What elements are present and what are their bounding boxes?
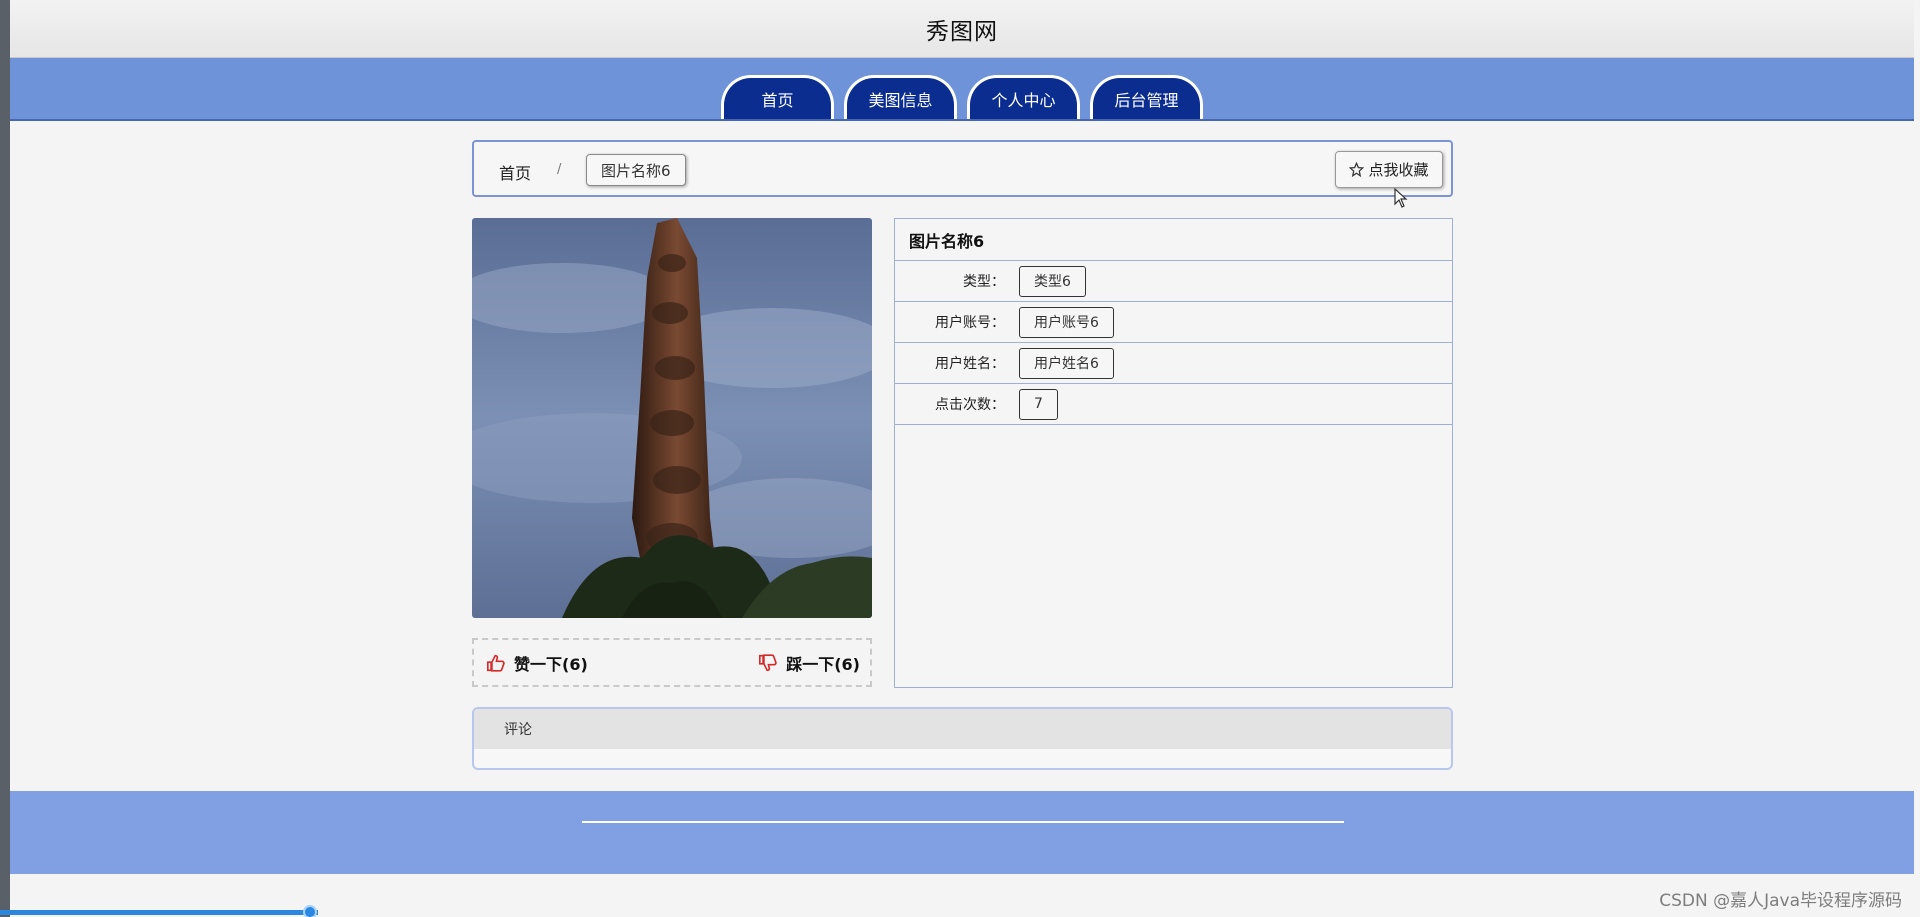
like-button[interactable]: 赞一下(6) xyxy=(486,651,588,675)
site-title: 秀图网 xyxy=(926,18,998,45)
picture-image xyxy=(472,218,872,618)
page: 秀图网 首页 美图信息 个人中心 后台管理 首页 / 图片名称6 点我收藏 赞一… xyxy=(10,0,1914,917)
thumbs-up-icon xyxy=(487,654,505,672)
breadcrumb-home[interactable]: 首页 xyxy=(499,160,531,184)
breadcrumb: 首页 / 图片名称6 点我收藏 xyxy=(472,140,1453,197)
nav-tab-pictures[interactable]: 美图信息 xyxy=(844,75,957,119)
nav-tab-personal-center[interactable]: 个人中心 xyxy=(967,75,1080,119)
detail-value: 用户账号6 xyxy=(1019,306,1114,338)
comments-section: 评论 xyxy=(472,707,1453,770)
video-progress-handle[interactable] xyxy=(303,905,317,917)
favorite-label: 点我收藏 xyxy=(1368,161,1429,179)
left-window-edge xyxy=(0,0,10,917)
detail-value: 用户姓名6 xyxy=(1019,347,1114,379)
breadcrumb-current: 图片名称6 xyxy=(586,154,686,186)
like-label: 赞一下(6) xyxy=(514,654,588,674)
detail-row-click-count: 点击次数： 7 xyxy=(895,384,1452,425)
watermark: CSDN @嘉人Java毕设程序源码 xyxy=(1659,891,1902,911)
detail-row-type: 类型： 类型6 xyxy=(895,261,1452,302)
detail-row-user-name: 用户姓名： 用户姓名6 xyxy=(895,343,1452,384)
footer-divider xyxy=(582,821,1344,823)
detail-label: 用户姓名： xyxy=(935,356,1005,372)
mouse-cursor-icon xyxy=(1394,188,1408,208)
nav-tab-home[interactable]: 首页 xyxy=(721,75,834,119)
detail-value: 类型6 xyxy=(1019,265,1086,297)
star-icon xyxy=(1349,162,1365,177)
picture-details: 图片名称6 类型： 类型6 用户账号： 用户账号6 用户姓名： 用户姓名6 点击… xyxy=(894,218,1453,688)
vote-bar: 赞一下(6) 踩一下(6) xyxy=(472,638,872,687)
detail-label: 点击次数： xyxy=(935,397,1005,413)
favorite-button[interactable]: 点我收藏 xyxy=(1335,151,1443,188)
detail-label: 用户账号： xyxy=(935,315,1005,331)
detail-row-user-account: 用户账号： 用户账号6 xyxy=(895,302,1452,343)
footer xyxy=(10,791,1914,874)
dislike-button[interactable]: 踩一下(6) xyxy=(758,651,860,675)
main-nav: 首页 美图信息 个人中心 后台管理 xyxy=(10,58,1914,121)
video-progress-bar[interactable] xyxy=(0,910,318,915)
site-header: 秀图网 xyxy=(10,0,1914,58)
dislike-label: 踩一下(6) xyxy=(786,654,860,674)
details-title: 图片名称6 xyxy=(895,219,1452,261)
breadcrumb-separator: / xyxy=(557,162,562,177)
thumbs-down-icon xyxy=(759,653,777,671)
nav-tab-admin[interactable]: 后台管理 xyxy=(1090,75,1203,119)
detail-value: 7 xyxy=(1019,388,1058,420)
detail-label: 类型： xyxy=(963,274,1005,290)
comments-title: 评论 xyxy=(474,709,1451,749)
